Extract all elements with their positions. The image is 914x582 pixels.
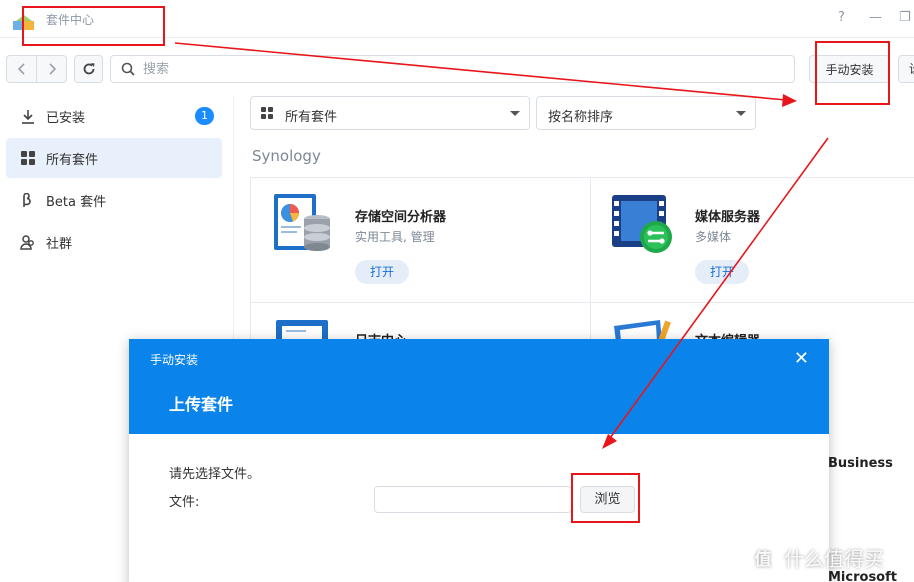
watermark-text: 什么值得买 — [784, 546, 884, 571]
watermark-logo-icon: 值 — [748, 542, 778, 572]
watermark: 值 什么值得买 — [748, 542, 884, 572]
annotation-arrow — [174, 42, 787, 101]
arrow-head-icon — [782, 94, 797, 107]
arrow-head-icon — [602, 434, 617, 449]
annotation-arrow — [609, 137, 829, 439]
annotation-arrows — [174, 42, 829, 449]
